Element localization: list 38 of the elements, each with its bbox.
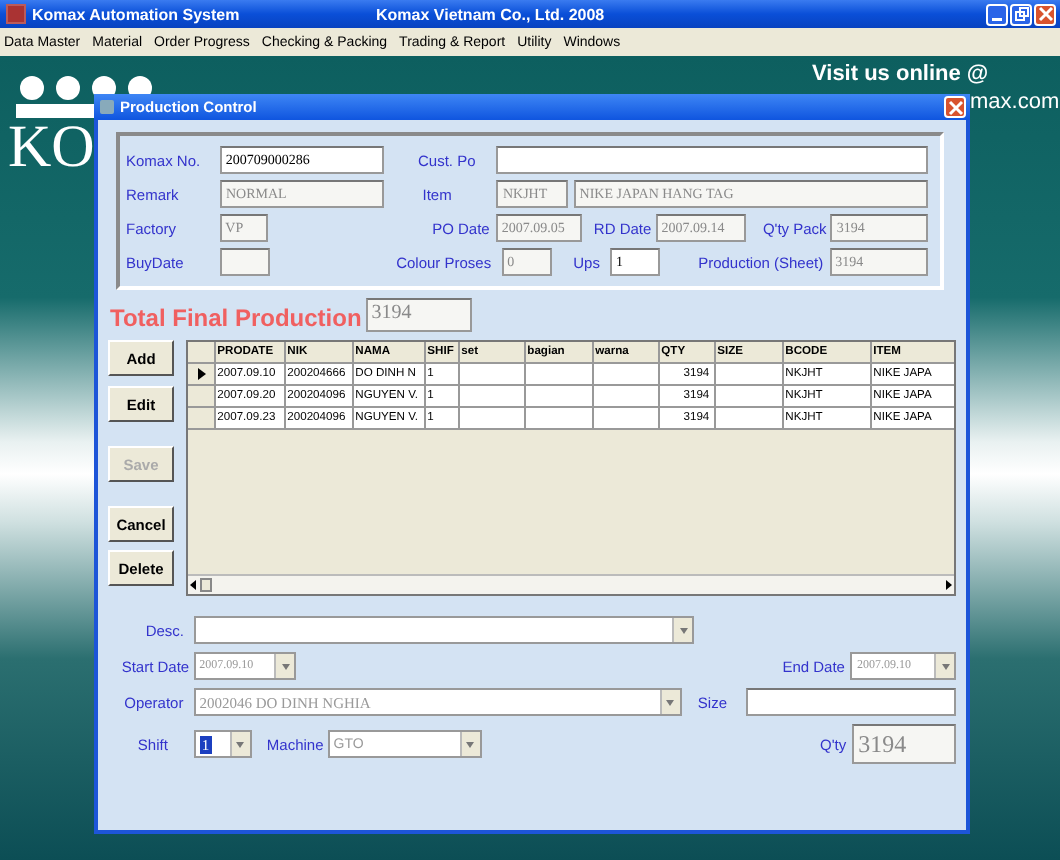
table-cell	[593, 408, 660, 430]
scroll-left-icon[interactable]	[187, 578, 200, 592]
total-production-label: Total Final Production	[110, 304, 362, 332]
table-cell	[459, 408, 526, 430]
table-cell	[525, 386, 594, 408]
close-icon	[1037, 6, 1053, 22]
slogan-text: Visit us online @	[812, 62, 989, 86]
current-row-icon	[197, 368, 206, 380]
size-field[interactable]	[745, 688, 956, 716]
minimize-button[interactable]	[986, 3, 1008, 25]
cust-po-field[interactable]	[496, 146, 928, 174]
horizontal-scrollbar[interactable]	[187, 574, 954, 594]
app-icon	[6, 4, 26, 24]
table-cell	[715, 408, 784, 430]
row-selector[interactable]	[187, 364, 216, 386]
dropdown-button[interactable]	[672, 618, 692, 642]
table-cell	[525, 364, 594, 386]
website-text: max.com	[970, 90, 1060, 114]
close-button[interactable]	[944, 96, 966, 118]
restore-button[interactable]	[1010, 3, 1032, 25]
scroll-right-icon[interactable]	[942, 578, 954, 592]
table-cell	[459, 386, 526, 408]
dropdown-button[interactable]	[229, 732, 250, 756]
close-icon	[947, 99, 963, 115]
table-cell	[715, 364, 784, 386]
table-cell	[593, 364, 660, 386]
app-title: Komax Automation System	[32, 5, 240, 23]
logo-text: KO	[8, 118, 95, 178]
scrollbar-thumb[interactable]	[199, 578, 212, 592]
close-button[interactable]	[1034, 3, 1056, 25]
table-cell	[525, 408, 594, 430]
table-cell	[459, 364, 526, 386]
company-title: Komax Vietnam Co., Ltd. 2008	[376, 5, 605, 23]
dialog-icon	[100, 100, 114, 114]
table-cell	[593, 386, 660, 408]
desc-dropdown[interactable]	[194, 616, 694, 644]
table-cell	[715, 386, 784, 408]
restore-icon	[1013, 6, 1029, 22]
